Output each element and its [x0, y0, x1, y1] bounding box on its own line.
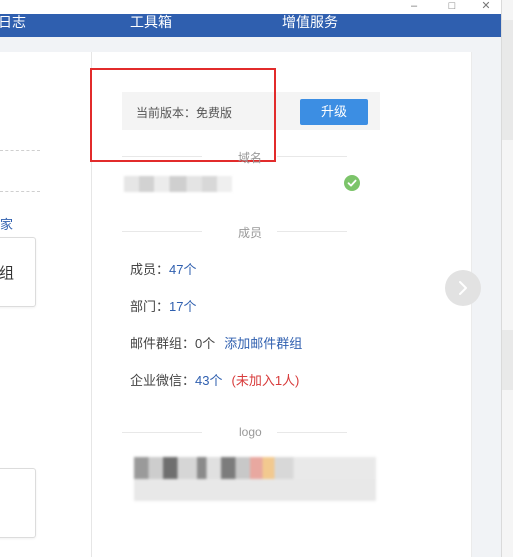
members-value[interactable]: 47个 [169, 262, 196, 277]
mail-groups-count: 邮件群组：0个 添加邮件群组 [130, 333, 302, 352]
divider [277, 156, 347, 157]
members-label: 成员： [130, 262, 170, 277]
maximize-button[interactable]: □ [438, 0, 466, 14]
members-count: 成员：47个 [130, 259, 196, 278]
nav-item-log[interactable]: 日志 [0, 15, 26, 29]
wechat-count: 企业微信：43个 (未加入1人) [130, 370, 299, 389]
divider [0, 191, 40, 192]
divider [122, 231, 202, 232]
minimize-button[interactable]: – [400, 0, 428, 14]
version-box: 当前版本：免费版 升级 [122, 92, 380, 130]
section-title-members: 成员 [238, 226, 263, 240]
wechat-value[interactable]: 43个 [195, 373, 222, 388]
departments-label: 部门： [130, 299, 170, 314]
domain-value-redacted [124, 176, 232, 192]
scroll-segment [502, 330, 513, 390]
wechat-not-joined-note[interactable]: (未加入1人) [231, 373, 299, 388]
divider [122, 156, 202, 157]
section-domain: 域名 [122, 149, 348, 165]
divider [277, 231, 347, 232]
section-members: 成员 [122, 224, 348, 240]
wechat-label: 企业微信： [130, 373, 196, 388]
nav-item-toolbox[interactable]: 工具箱 [130, 15, 172, 29]
right-scroll-strip [501, 0, 513, 557]
left-panel-link[interactable]: 家 [0, 214, 13, 233]
scroll-segment [502, 20, 513, 140]
close-button[interactable]: ✕ [472, 0, 500, 14]
chevron-right-icon [459, 281, 467, 295]
divider [0, 150, 40, 151]
left-card[interactable] [0, 468, 36, 538]
check-circle-icon [344, 175, 360, 191]
divider [122, 432, 202, 433]
mail-groups-value: 0个 [195, 336, 216, 351]
upgrade-button[interactable]: 升级 [300, 99, 368, 125]
divider [277, 432, 347, 433]
left-card[interactable]: 组 [0, 237, 36, 307]
window-titlebar: – □ ✕ [0, 0, 501, 14]
next-page-button[interactable] [445, 270, 481, 306]
mail-groups-label: 邮件群组： [130, 336, 196, 351]
departments-count: 部门：17个 [130, 296, 196, 315]
top-nav: 日志 工具箱 增值服务 [0, 14, 501, 37]
logo-image-redacted [134, 457, 376, 501]
section-logo: logo [122, 425, 348, 439]
left-panel: 家 组 [0, 52, 92, 557]
current-version-label: 当前版本：免费版 [136, 106, 233, 120]
section-title-logo: logo [239, 425, 262, 439]
nav-item-value-added-services[interactable]: 增值服务 [282, 15, 338, 29]
left-card-label: 组 [0, 265, 15, 282]
section-title-domain: 域名 [238, 151, 263, 165]
departments-value[interactable]: 17个 [169, 299, 196, 314]
add-mail-group-link[interactable]: 添加邮件群组 [224, 336, 302, 351]
